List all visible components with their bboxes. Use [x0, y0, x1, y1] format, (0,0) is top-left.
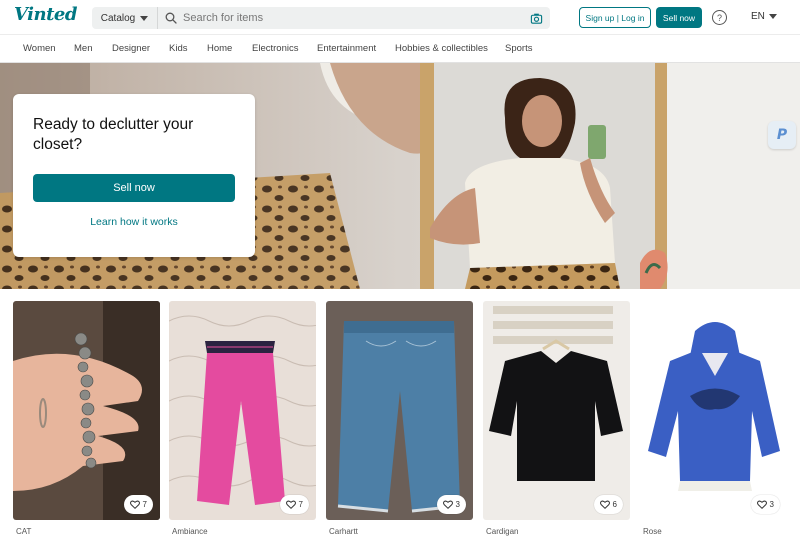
favorite-button[interactable]: 3	[436, 495, 466, 514]
item-card[interactable]: 6 Cardigan	[483, 301, 630, 536]
hero-sell-now-button[interactable]: Sell now	[33, 174, 235, 202]
camera-icon[interactable]	[530, 12, 543, 25]
chevron-down-icon	[768, 14, 777, 19]
favorite-count: 7	[142, 500, 147, 509]
hero-title: Ready to declutter your closet?	[33, 116, 194, 153]
favorite-button[interactable]: 6	[593, 495, 623, 514]
chevron-down-icon	[140, 15, 149, 21]
catalog-label: Catalog	[100, 12, 136, 24]
vinted-logo[interactable]: Vinted	[14, 4, 77, 25]
sell-now-button[interactable]: Sell now	[656, 7, 702, 28]
category-designer[interactable]: Designer	[112, 43, 150, 54]
favorite-count: 3	[769, 500, 774, 509]
search-input[interactable]	[177, 8, 530, 28]
language-selector[interactable]: EN	[751, 11, 777, 22]
item-card[interactable]: 3 Carhartt	[326, 301, 473, 536]
category-entertainment[interactable]: Entertainment	[317, 43, 376, 54]
signup-login-button[interactable]: Sign up | Log in	[579, 7, 651, 28]
hero-banner: Ready to declutter your closet? Sell now…	[0, 63, 800, 289]
category-kids[interactable]: Kids	[169, 43, 187, 54]
category-women[interactable]: Women	[23, 43, 56, 54]
heart-icon	[285, 500, 296, 509]
jeans-photo	[326, 301, 473, 520]
favorite-button[interactable]: 3	[750, 495, 780, 514]
search-icon	[165, 12, 177, 24]
favorite-button[interactable]: 7	[123, 495, 153, 514]
item-photo[interactable]: 7	[169, 301, 316, 520]
category-men[interactable]: Men	[74, 43, 92, 54]
item-brand[interactable]: Cardigan	[486, 527, 518, 536]
badge-letter: P	[776, 127, 788, 143]
item-card[interactable]: 3 Rose	[640, 301, 787, 536]
favorite-count: 6	[612, 500, 617, 509]
category-home[interactable]: Home	[207, 43, 232, 54]
category-sports[interactable]: Sports	[505, 43, 532, 54]
favorite-button[interactable]: 7	[279, 495, 309, 514]
favorite-count: 3	[455, 500, 460, 509]
item-photo[interactable]: 6	[483, 301, 630, 520]
item-card[interactable]: 7 Ambiance	[169, 301, 316, 536]
heart-icon	[756, 500, 767, 509]
pink-pants-photo	[169, 301, 316, 520]
heart-icon	[599, 500, 610, 509]
cardigan-photo	[483, 301, 630, 520]
p-badge-icon[interactable]: P	[768, 121, 796, 149]
language-label: EN	[751, 11, 765, 22]
item-brand[interactable]: Carhartt	[329, 527, 358, 536]
item-brand[interactable]: CAT	[16, 527, 31, 536]
item-brand[interactable]: Ambiance	[172, 527, 208, 536]
item-brand[interactable]: Rose	[643, 527, 662, 536]
catalog-dropdown[interactable]: Catalog	[92, 7, 158, 29]
heart-icon	[129, 500, 140, 509]
sell-promo-card: Ready to declutter your closet? Sell now…	[13, 94, 255, 257]
bracelet-photo	[13, 301, 160, 520]
heart-icon	[442, 500, 453, 509]
item-photo[interactable]: 7	[13, 301, 160, 520]
item-photo[interactable]: 3	[640, 301, 787, 520]
favorite-count: 7	[298, 500, 303, 509]
item-card[interactable]: 7 CAT	[13, 301, 160, 536]
category-electronics[interactable]: Electronics	[252, 43, 298, 54]
category-nav: Women Men Designer Kids Home Electronics…	[0, 34, 800, 63]
item-photo[interactable]: 3	[326, 301, 473, 520]
learn-how-it-works-link[interactable]: Learn how it works	[33, 216, 235, 228]
help-icon[interactable]: ?	[712, 10, 727, 25]
hoodie-photo	[640, 301, 787, 520]
top-header: Vinted Catalog Sign up | Log in Sell now…	[0, 0, 800, 34]
search-bar: Catalog	[92, 7, 550, 29]
category-hobbies-collectibles[interactable]: Hobbies & collectibles	[395, 43, 488, 54]
